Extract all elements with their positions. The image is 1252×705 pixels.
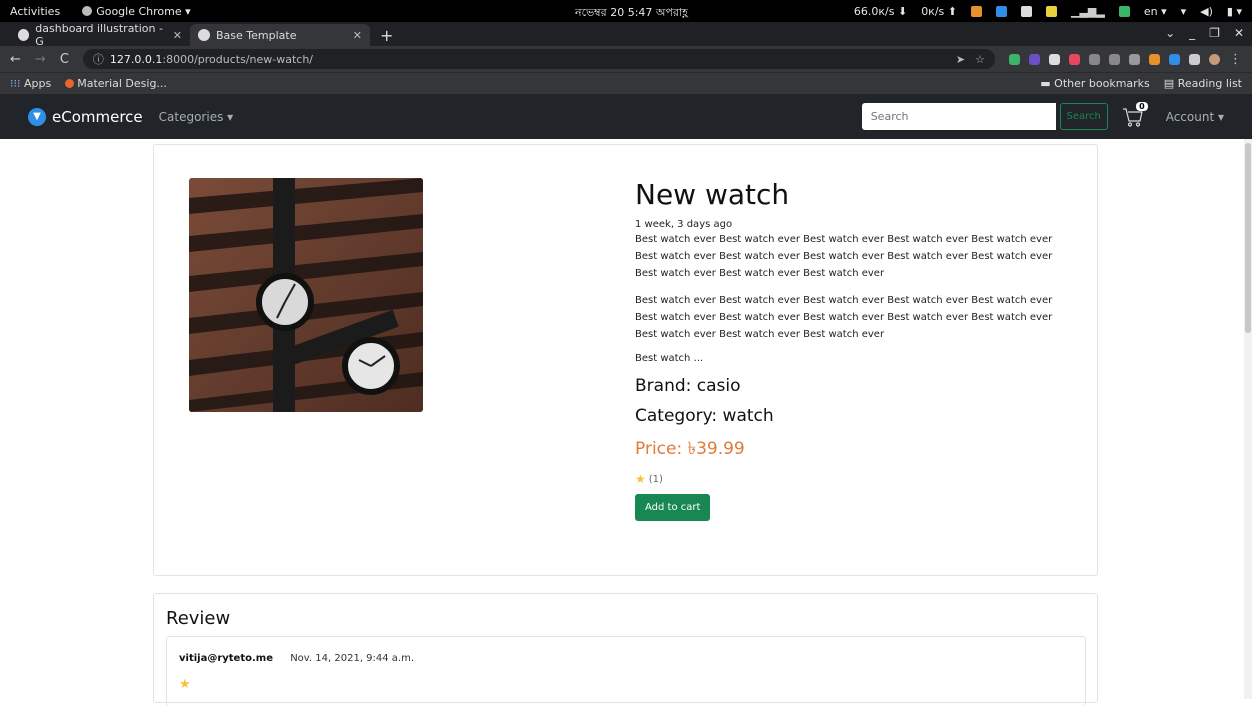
address-bar[interactable]: ⓘ 127.0.0.1:8000/products/new-watch/ ➤ ☆ [82,49,995,69]
system-monitor-icon[interactable]: ▁▃▆▂ [1071,5,1105,18]
activities-button[interactable]: Activities [10,5,60,18]
extension-icon-7[interactable] [1129,53,1140,65]
bookmark-apps[interactable]: ⁝⁝⁝ Apps [10,77,51,90]
product-description-2: Best watch ever Best watch ever Best wat… [635,295,1053,340]
page-content: New watch 1 week, 3 days ago Best watch … [0,139,1252,705]
wifi-icon[interactable]: ▾ [1181,5,1187,18]
shop-logo-icon[interactable]: ▼ [28,107,46,126]
close-window-icon[interactable]: ✕ [1234,26,1244,40]
extension-icon-1[interactable] [1009,53,1020,65]
chrome-icon [82,5,93,16]
review-heading: Review [166,608,231,629]
close-tab-icon[interactable]: ✕ [353,29,362,42]
extension-icon-8[interactable] [1149,53,1160,65]
tray-icon-3[interactable] [1021,5,1032,17]
toolbar: ← → C ⓘ 127.0.0.1:8000/products/new-watc… [0,46,1252,72]
bookmarks-bar: ⁝⁝⁝ Apps Material Desig... ▬ Other bookm… [0,72,1252,94]
star-icon: ★ [179,677,191,692]
tray-icon-4[interactable] [1046,5,1057,17]
google-icon [18,29,30,41]
tab-dashboard-illustration[interactable]: dashboard illustration - G ✕ [10,22,190,48]
info-icon: ⓘ [92,53,104,66]
other-bookmarks[interactable]: ▬ Other bookmarks [1040,77,1150,90]
product-image[interactable] [189,178,423,412]
back-icon[interactable]: ← [10,52,21,67]
profile-avatar[interactable] [1209,53,1220,65]
account-dropdown[interactable]: Account ▾ [1166,110,1224,124]
volume-icon[interactable]: ◀) [1200,5,1213,18]
reading-list-icon: ▤ [1163,77,1175,90]
product-category: Category: watch [635,406,774,426]
bookmark-material-design[interactable]: Material Desig... [65,77,167,90]
tab-strip: dashboard illustration - G ✕ Base Templa… [0,22,1252,48]
reload-icon[interactable]: C [60,52,69,67]
product-posted-time: 1 week, 3 days ago [635,219,733,230]
search-input[interactable] [861,103,1056,130]
extension-icon-5[interactable] [1089,53,1100,65]
new-tab-button[interactable]: + [370,24,403,46]
material-icon [65,79,75,88]
tray-icon-2[interactable] [996,5,1007,17]
search-button[interactable]: Search [1059,103,1108,130]
net-speed-up: 0к/s ⬆ [921,4,957,18]
review-date: Nov. 14, 2021, 9:44 a.m. [290,653,415,664]
cart-count-badge: 0 [1136,101,1148,111]
categories-dropdown[interactable]: Categories ▾ [159,110,234,124]
apps-icon: ⁝⁝⁝ [10,77,21,90]
product-info: New watch 1 week, 3 days ago Best watch … [635,178,1055,521]
menu-icon[interactable]: ⋮ [1229,52,1242,67]
bookmark-star-icon[interactable]: ☆ [975,53,985,66]
product-rating: ★ (1) [635,472,1055,486]
product-brand: Brand: casio [635,376,741,396]
extension-icon-6[interactable] [1109,53,1120,65]
scrollbar-thumb[interactable] [1245,143,1251,333]
folder-icon: ▬ [1040,77,1051,90]
send-icon[interactable]: ➤ [956,53,965,66]
battery-icon[interactable]: ▮ ▾ [1227,5,1242,18]
restore-icon[interactable]: ❐ [1209,26,1220,40]
review-section: Review vitija@ryteto.me Nov. 14, 2021, 9… [153,593,1098,705]
extensions: ⋮ [1009,52,1242,67]
reading-list[interactable]: ▤ Reading list [1164,77,1242,90]
tray-icon-5[interactable] [1118,5,1130,17]
forward-icon[interactable]: → [35,52,46,67]
clock[interactable]: নভেম্বর 20 5:47 অপরাহ্ণ [575,4,688,23]
minimize-icon[interactable]: _ [1189,26,1195,40]
extension-icon-3[interactable] [1049,53,1060,65]
extension-icon-9[interactable] [1169,53,1180,65]
globe-icon [198,29,210,41]
app-menu[interactable]: Google Chrome ▾ [82,5,191,18]
net-speed-down: 66.0к/s ⬇ [853,4,908,18]
window-controls: ⌄ _ ❐ ✕ [1165,26,1244,40]
extension-icon-2[interactable] [1029,53,1040,65]
cart-icon[interactable]: 0 [1122,101,1150,128]
system-top-bar: Activities Google Chrome ▾ নভেম্বর 20 5:… [0,0,1252,22]
extension-icon-4[interactable] [1069,53,1080,65]
add-to-cart-button[interactable]: Add to cart [635,494,711,521]
tray-icon-1[interactable] [971,5,982,17]
star-icon: ★ [635,472,646,486]
product-card: New watch 1 week, 3 days ago Best watch … [153,144,1098,576]
rating-count: (1) [648,473,663,485]
close-tab-icon[interactable]: ✕ [173,29,182,42]
review-meta: vitija@ryteto.me Nov. 14, 2021, 9:44 a.m… [179,653,414,664]
product-short-description: Best watch ... [635,353,704,364]
tab-base-template[interactable]: Base Template ✕ [190,24,370,46]
review-user: vitija@ryteto.me [179,653,273,664]
scrollbar[interactable] [1244,139,1252,699]
language-indicator[interactable]: en ▾ [1144,5,1167,18]
review-item: vitija@ryteto.me Nov. 14, 2021, 9:44 a.m… [166,636,1086,705]
product-description-1: Best watch ever Best watch ever Best wat… [635,234,1053,279]
site-navbar: ▼ eCommerce Categories ▾ Search 0 Accoun… [0,94,1252,139]
product-title: New watch [635,178,790,211]
tab-search-icon[interactable]: ⌄ [1165,26,1175,40]
puzzle-icon[interactable] [1189,53,1200,65]
brand-link[interactable]: eCommerce [52,108,143,126]
product-price: Price: ৳39.99 [635,439,745,459]
